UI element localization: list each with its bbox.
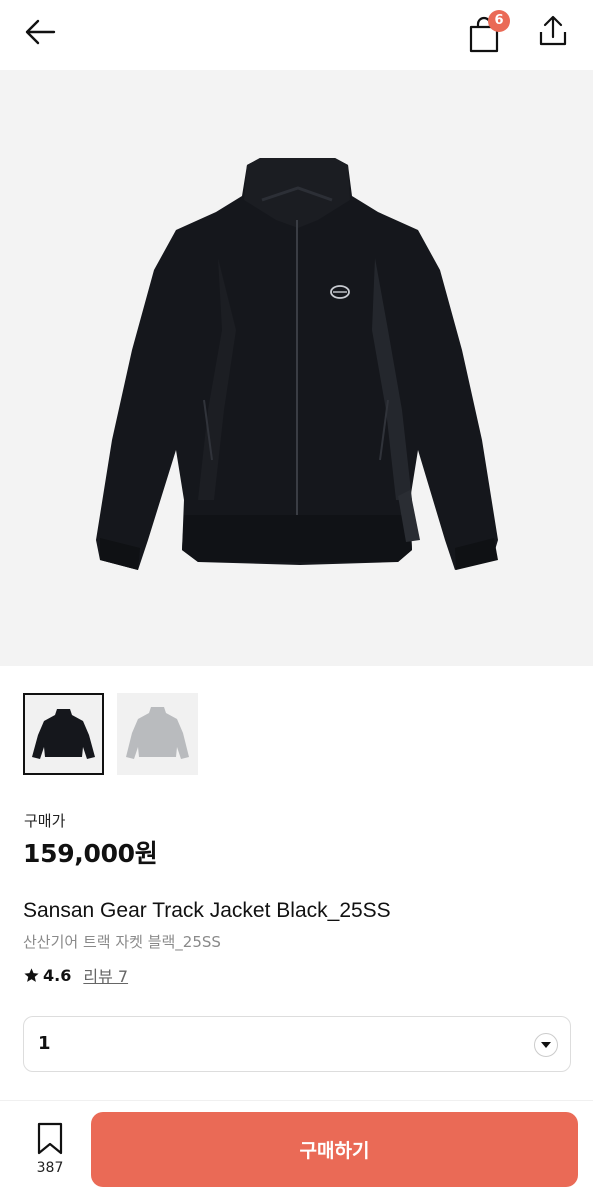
arrow-left-icon [25,19,56,45]
quantity-value: 1 [38,1033,51,1054]
back-button[interactable] [18,12,62,52]
product-title-korean: 산산기어 트랙 자켓 블랙_25SS [23,933,221,951]
bookmark-count: 387 [36,1160,64,1176]
bookmark-icon [37,1122,63,1155]
thumbnail-strip [23,693,198,775]
jacket-thumbnail-black [32,709,95,759]
track-jacket-image [96,158,498,570]
rating-value: 4.6 [43,965,72,985]
rating-row: 4.6 리뷰 7 [23,963,128,987]
top-navigation-bar: 6 [0,0,593,70]
product-title-english: Sansan Gear Track Jacket Black_25SS [23,899,391,922]
thumbnail-gray[interactable] [117,693,198,775]
cart-button[interactable]: 6 [462,8,512,54]
quantity-select[interactable]: 1 [23,1016,571,1072]
share-button[interactable] [530,10,576,52]
bookmark-button[interactable]: 387 [24,1118,76,1184]
star-icon [24,967,39,982]
jacket-thumbnail-gray [126,707,189,759]
chevron-down-icon [534,1033,558,1057]
buy-button[interactable]: 구매하기 [91,1112,578,1187]
price-label: 구매가 [24,812,66,830]
thumbnail-black[interactable] [23,693,104,775]
share-upload-icon [539,15,567,46]
product-price: 159,000원 [23,839,158,868]
bottom-bar-divider [0,1100,593,1101]
review-count-link[interactable]: 리뷰 7 [83,963,128,987]
product-main-image[interactable] [0,70,593,666]
cart-count-badge: 6 [488,10,510,32]
